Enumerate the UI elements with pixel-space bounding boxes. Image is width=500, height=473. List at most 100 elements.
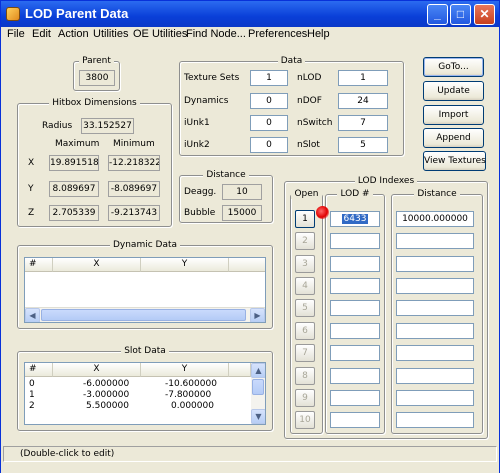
slot-row-y: -10.600000	[165, 379, 217, 389]
lod-column-header: LOD #	[337, 189, 373, 199]
menu-utilities[interactable]: Utilities	[93, 28, 128, 40]
lod-indexes-title: LOD Indexes	[354, 176, 418, 186]
import-button[interactable]: Import	[423, 105, 484, 125]
slot-row-number: 2	[29, 401, 35, 411]
slot-col-y[interactable]: Y	[141, 363, 229, 377]
lod-field-4[interactable]	[330, 278, 380, 294]
table-row[interactable]: 2 5.500000 0.000000	[25, 401, 251, 412]
texture-sets-field[interactable]: 1	[250, 70, 288, 86]
open-lod-button-9[interactable]: 9	[295, 389, 315, 407]
dynamic-col-y[interactable]: Y	[141, 258, 229, 272]
distance-field-8[interactable]	[396, 368, 474, 384]
radius-field: 33.152527	[81, 118, 134, 134]
slot-data-list[interactable]: # X Y 0 -6.000000 -10.600000 1 -3.000000…	[24, 362, 266, 425]
dynamics-field[interactable]: 0	[250, 93, 288, 109]
open-lod-button-10[interactable]: 10	[295, 411, 315, 429]
goto-button[interactable]: GoTo...	[423, 57, 484, 77]
parent-title: Parent	[79, 56, 114, 66]
distance-field-10[interactable]	[396, 412, 474, 428]
open-lod-button-6[interactable]: 6	[295, 322, 315, 340]
distance-field-7[interactable]	[396, 345, 474, 361]
nslot-field[interactable]: 5	[338, 137, 388, 153]
nswitch-label: nSwitch	[297, 118, 333, 128]
open-lod-button-4[interactable]: 4	[295, 277, 315, 295]
status-panel: (Double-click to edit)	[3, 446, 497, 462]
nlod-field[interactable]: 1	[338, 70, 388, 86]
open-lod-button-3[interactable]: 3	[295, 255, 315, 273]
distance-field-1[interactable]: 10000.000000	[396, 211, 474, 227]
iunk1-field[interactable]: 0	[250, 115, 288, 131]
menu-file[interactable]: File	[7, 28, 25, 40]
status-bar: (Double-click to edit)	[1, 445, 499, 473]
lod-indexes-group: LOD Indexes Open LOD # Distance 1 6433 1…	[284, 176, 488, 439]
lod-field-6[interactable]	[330, 323, 380, 339]
ndof-field[interactable]: 24	[338, 93, 388, 109]
x-min-field: -12.218322	[108, 155, 160, 171]
parent-field: 3800	[79, 70, 115, 86]
view-textures-button[interactable]: View Textures	[423, 151, 486, 171]
y-max-field: 8.089697	[49, 181, 99, 197]
window-title: LOD Parent Data	[25, 6, 129, 21]
menu-oe-utilities[interactable]: OE Utilities	[133, 28, 187, 40]
slot-col-x[interactable]: X	[53, 363, 141, 377]
scroll-down-arrow-icon[interactable]: ▼	[251, 409, 265, 424]
close-button[interactable]: ✕	[474, 4, 495, 25]
menu-action[interactable]: Action	[58, 28, 89, 40]
slot-row-number: 1	[29, 390, 35, 400]
open-lod-button-1[interactable]: 1	[295, 210, 315, 228]
nswitch-field[interactable]: 7	[338, 115, 388, 131]
lod-field-1[interactable]: 6433	[330, 211, 380, 227]
dynamic-col-filler	[229, 258, 265, 272]
nlod-label: nLOD	[297, 73, 322, 83]
slot-col-number[interactable]: #	[25, 363, 53, 377]
slot-row-number: 0	[29, 379, 35, 389]
table-row[interactable]: 0 -6.000000 -10.600000	[25, 379, 251, 390]
slot-row-x: -3.000000	[83, 390, 130, 400]
dynamic-col-number[interactable]: #	[25, 258, 53, 272]
x-axis-label: X	[28, 158, 35, 168]
dynamic-hscrollbar[interactable]: ◀ ▶	[25, 307, 265, 322]
bubble-label: Bubble	[184, 208, 216, 218]
append-button[interactable]: Append	[423, 128, 484, 148]
dynamic-data-list[interactable]: # X Y ◀ ▶	[24, 257, 266, 323]
distance-field-4[interactable]	[396, 278, 474, 294]
slot-vscroll-thumb[interactable]	[252, 379, 264, 395]
lod-field-8[interactable]	[330, 368, 380, 384]
scroll-up-arrow-icon[interactable]: ▲	[251, 363, 265, 378]
scroll-right-arrow-icon[interactable]: ▶	[250, 308, 265, 322]
distance-field-3[interactable]	[396, 256, 474, 272]
open-lod-button-5[interactable]: 5	[295, 299, 315, 317]
distance-field-9[interactable]	[396, 390, 474, 406]
lod-field-9[interactable]	[330, 390, 380, 406]
distance-title: Distance	[203, 170, 249, 180]
lod-field-5[interactable]	[330, 300, 380, 316]
update-button[interactable]: Update	[423, 81, 484, 101]
slot-data-group: Slot Data # X Y 0 -6.000000 -10.600000 1…	[17, 346, 273, 431]
distance-field-6[interactable]	[396, 323, 474, 339]
title-bar[interactable]: LOD Parent Data _ □ ✕	[1, 1, 499, 27]
open-lod-button-7[interactable]: 7	[295, 344, 315, 362]
minimize-button[interactable]: _	[427, 4, 448, 25]
distance-field-5[interactable]	[396, 300, 474, 316]
texture-sets-label: Texture Sets	[184, 73, 240, 83]
maximize-button[interactable]: □	[450, 4, 471, 25]
menu-find-node[interactable]: Find Node...	[186, 28, 246, 40]
open-lod-button-8[interactable]: 8	[295, 367, 315, 385]
iunk2-field[interactable]: 0	[250, 137, 288, 153]
lod-field-10[interactable]	[330, 412, 380, 428]
lod-field-7[interactable]	[330, 345, 380, 361]
scroll-left-arrow-icon[interactable]: ◀	[25, 308, 40, 322]
slot-vscrollbar[interactable]: ▲ ▼	[251, 363, 265, 424]
lod-field-2[interactable]	[330, 233, 380, 249]
menu-preferences[interactable]: Preferences	[248, 28, 307, 40]
open-lod-button-2[interactable]: 2	[295, 232, 315, 250]
dynamic-hscroll-thumb[interactable]	[41, 309, 246, 321]
lod-field-3[interactable]	[330, 256, 380, 272]
menu-help[interactable]: Help	[307, 28, 330, 40]
dynamic-col-x[interactable]: X	[53, 258, 141, 272]
menu-edit[interactable]: Edit	[32, 28, 51, 40]
distance-field-2[interactable]	[396, 233, 474, 249]
table-row[interactable]: 1 -3.000000 -7.800000	[25, 390, 251, 401]
dynamic-data-group: Dynamic Data # X Y ◀ ▶	[17, 240, 273, 329]
z-min-field: -9.213743	[108, 205, 160, 221]
